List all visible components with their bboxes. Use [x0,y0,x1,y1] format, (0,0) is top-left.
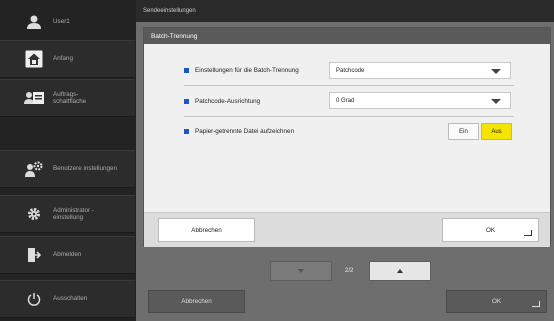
enter-icon [524,230,532,236]
sidebar-item-user-settings[interactable]: Benutzere instellungen [0,150,135,188]
sidebar-label-line: schaltfläche [53,98,87,105]
select-value: Patchcode [336,67,365,74]
row-label: Einstellungen für die Batch-Trennung [195,66,299,74]
bullet-marker [184,67,189,73]
row-label: Papier-getrennte Datei aufzeichnen [195,127,295,135]
sidebar-label-line: einstellung [53,214,84,221]
sidebar-item-logout[interactable]: Abmelden [0,236,135,274]
page-down-button[interactable] [270,261,332,281]
sidebar-item-label: Abmelden [53,251,82,259]
arrow-down-icon [298,269,304,273]
row-label: Patchcode-Ausrichtung [195,97,261,105]
sidebar-label-line: Auftrags- [53,90,79,98]
job-button-icon [23,89,45,107]
arrow-up-icon [397,269,403,273]
patchcode-orientation-select[interactable]: 0 Grad [329,92,511,109]
select-value: 0 Grad [336,97,355,104]
sidebar-item-home[interactable]: Anfang [0,40,135,78]
user-settings-icon [25,160,43,178]
sidebar-label-line: Administrator - [53,206,94,214]
button-label: OK [491,298,502,305]
sidebar-item-label: Benutzere instellungen [53,165,118,173]
user-indicator: User1 [0,8,135,36]
ok-button[interactable]: OK [446,290,547,313]
sidebar-item-label: Anfang [53,55,73,63]
dropdown-arrow-icon [491,99,501,104]
divider [184,85,514,86]
cancel-button[interactable]: Abbrechen [148,290,245,313]
button-label: Abbrechen [181,298,212,305]
sidebar-item-job-button[interactable]: Auftrags- schaltfläche [0,79,135,117]
sidebar-item-label: Administrator - einstellung [53,207,94,222]
power-icon [25,290,43,308]
sidebar-item-admin-settings[interactable]: Administrator - einstellung [0,195,135,233]
dialog-title: Batch-Trennung [144,28,550,44]
dialog-footer: Abbrechen OK [144,212,550,247]
sidebar-item-label: Ausschalten [53,295,88,303]
bullet-marker [184,98,189,104]
gear-icon [25,205,43,223]
logout-icon [25,246,43,264]
divider [184,116,514,117]
home-icon [25,50,43,68]
sidebar-item-shutdown[interactable]: Ausschalten [0,280,135,318]
batch-separation-select[interactable]: Patchcode [329,62,511,79]
button-label: OK [485,226,496,234]
batch-separation-dialog: Batch-Trennung Einstellungen für die Bat… [143,27,551,247]
sidebar: User1 Anfang Auftrags- schaltfläche Benu… [0,0,135,321]
toggle-on-button[interactable]: Ein [448,123,479,140]
page-title: Sendeeinstellungen [136,0,554,22]
button-label: Abbrechen [191,226,222,234]
sidebar-item-label: Auftrags- schaltfläche [53,91,86,106]
dialog-cancel-button[interactable]: Abbrechen [158,218,255,242]
user-name: User1 [53,18,70,26]
user-icon [25,13,43,31]
bullet-marker [184,128,189,134]
dialog-ok-button[interactable]: OK [442,218,539,242]
page-indicator: 2/2 [345,268,354,274]
dropdown-arrow-icon [491,69,501,74]
enter-icon [532,301,540,307]
page-up-button[interactable] [369,261,431,281]
toggle-off-button[interactable]: Aus [481,123,512,140]
